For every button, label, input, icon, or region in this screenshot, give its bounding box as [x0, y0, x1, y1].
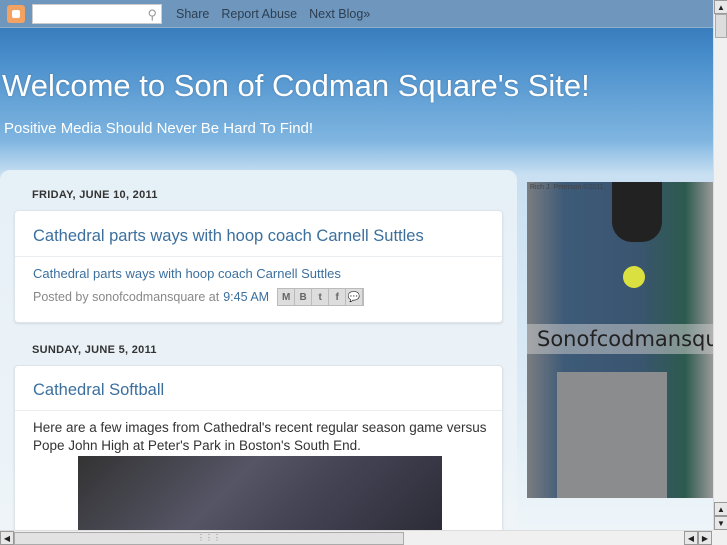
photo-caption: Sonofcodmansquare [527, 324, 713, 354]
report-abuse-link[interactable]: Report Abuse [221, 7, 297, 21]
horizontal-scrollbar[interactable]: ◀ ⋮⋮⋮ ◀ ▶ [0, 530, 713, 545]
scroll-right-button[interactable]: ▶ [698, 531, 712, 545]
blogthis-icon[interactable]: B [295, 289, 313, 305]
posted-by: Posted by sonofcodmansquare at [33, 290, 220, 304]
scroll-up-button[interactable]: ▲ [714, 0, 727, 14]
facebook-icon[interactable]: f [329, 289, 347, 305]
scroll-left-button[interactable]: ◀ [0, 531, 14, 545]
search-input[interactable]: ⚲ [32, 3, 162, 24]
scroll-up-arrow-icon[interactable]: ▲ [714, 502, 727, 516]
post-date: SUNDAY, JUNE 5, 2011 [32, 344, 157, 356]
softball [623, 266, 645, 288]
twitter-icon[interactable]: t [312, 289, 330, 305]
share-buttons: M B t f 💬 [277, 288, 365, 306]
post-body: Here are a few images from Cathedral's r… [33, 420, 487, 453]
blog-title[interactable]: Welcome to Son of Codman Square's Site! [2, 68, 590, 104]
umpire-mask [612, 182, 662, 242]
post-time-link[interactable]: 9:45 AM [223, 290, 269, 304]
divider [15, 256, 502, 257]
next-blog-link[interactable]: Next Blog» [309, 7, 370, 21]
blogger-navbar: ⚲ Share Report Abuse Next Blog» [0, 0, 713, 28]
page-viewport: ⚲ Share Report Abuse Next Blog» Welcome … [0, 0, 713, 530]
share-link[interactable]: Share [176, 7, 209, 21]
main-column: FRIDAY, JUNE 10, 2011 Cathedral parts wa… [0, 170, 517, 530]
email-icon[interactable]: M [278, 289, 296, 305]
softball-photo[interactable] [78, 456, 442, 530]
scroll-down-button[interactable]: ▼ [714, 516, 727, 530]
post-date: FRIDAY, JUNE 10, 2011 [32, 189, 158, 201]
post: Cathedral Softball Here are a few images… [14, 365, 503, 530]
search-icon[interactable]: ⚲ [147, 7, 157, 23]
photo-credit: Rich J. Peterson ©2011 [530, 184, 604, 191]
horizontal-scroll-thumb[interactable]: ⋮⋮⋮ [14, 532, 404, 545]
umpire-pants [557, 372, 667, 498]
post-title[interactable]: Cathedral parts ways with hoop coach Car… [33, 227, 424, 246]
divider [15, 410, 502, 411]
blogger-logo-icon[interactable] [7, 4, 25, 23]
buzz-icon[interactable]: 💬 [346, 289, 364, 305]
scrollbar-corner [713, 530, 727, 545]
post-body-link[interactable]: Cathedral parts ways with hoop coach Car… [33, 266, 341, 281]
sidebar-photo[interactable]: Rich J. Peterson ©2011 Sonofcodmansquare [527, 182, 713, 498]
vertical-scroll-thumb[interactable] [715, 14, 727, 38]
scroll-left-arrow-icon[interactable]: ◀ [684, 531, 698, 545]
blog-description: Positive Media Should Never Be Hard To F… [4, 120, 314, 137]
post: Cathedral parts ways with hoop coach Car… [14, 210, 503, 323]
vertical-scrollbar[interactable]: ▲ ▲ ▼ [713, 0, 727, 530]
post-title[interactable]: Cathedral Softball [33, 381, 164, 400]
post-footer: Posted by sonofcodmansquare at 9:45 AM M… [33, 288, 365, 306]
